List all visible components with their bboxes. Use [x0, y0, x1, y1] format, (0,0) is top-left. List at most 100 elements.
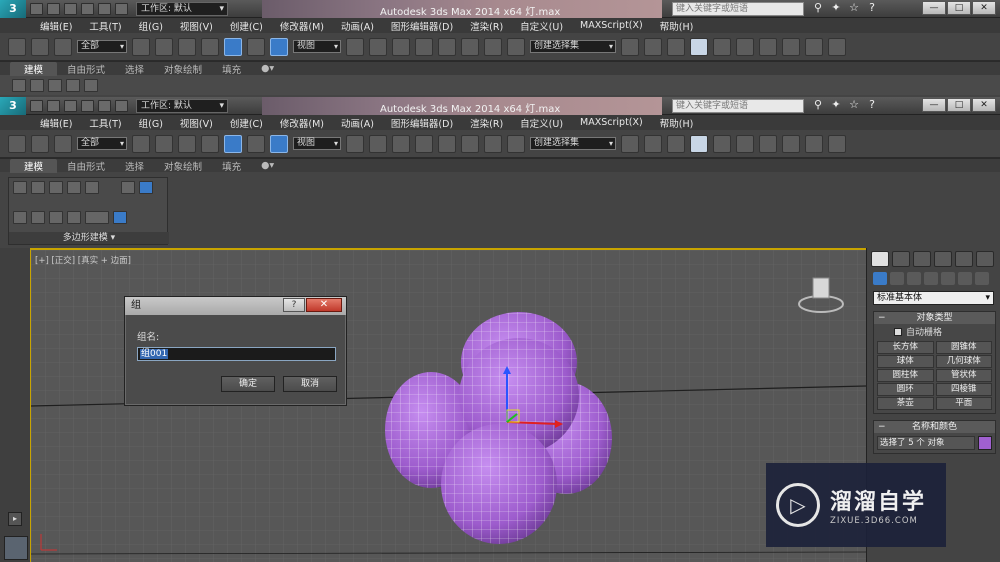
- angle-snap-icon[interactable]: [438, 134, 456, 153]
- scale-icon[interactable]: [270, 37, 288, 56]
- menu-customize[interactable]: 自定义(U): [520, 19, 563, 33]
- undo-icon[interactable]: [81, 99, 94, 112]
- app-logo-icon[interactable]: 3: [0, 96, 26, 115]
- search-input[interactable]: 键入关键字或短语: [672, 2, 804, 16]
- named-selection-set-select[interactable]: 创建选择集: [530, 40, 616, 53]
- percent-snap-icon[interactable]: [461, 37, 479, 56]
- reference-coord-select[interactable]: 视图: [293, 40, 341, 53]
- new-file-icon[interactable]: [30, 99, 43, 112]
- move-icon[interactable]: [224, 37, 242, 56]
- tab-modeling[interactable]: 建模: [10, 61, 58, 76]
- menu-edit[interactable]: 编辑(E): [40, 19, 72, 33]
- menu-help[interactable]: 帮助(H): [660, 19, 694, 33]
- utilities-tab-icon[interactable]: [976, 251, 994, 267]
- link-icon[interactable]: [8, 134, 26, 153]
- ribbon-tool-icon[interactable]: [12, 78, 26, 92]
- binoculars-icon[interactable]: ⚲: [812, 2, 824, 14]
- rect-select-icon[interactable]: [178, 134, 196, 153]
- new-file-icon[interactable]: [30, 2, 43, 15]
- ribbon-panel-label[interactable]: 多边形建模 ▾: [9, 232, 169, 244]
- ribbon-tool-icon[interactable]: [49, 181, 63, 194]
- save-file-icon[interactable]: [64, 99, 77, 112]
- menu-graph-editors[interactable]: 图形编辑器(D): [391, 116, 453, 130]
- tube-button[interactable]: 管状体: [935, 369, 992, 382]
- menu-group[interactable]: 组(G): [139, 19, 163, 33]
- ok-button[interactable]: 确定: [221, 376, 275, 392]
- group-name-input[interactable]: 组001: [137, 347, 336, 361]
- render-teapot-icon[interactable]: [828, 37, 846, 56]
- hierarchy-tab-icon[interactable]: [913, 251, 931, 267]
- shapes-icon[interactable]: [890, 272, 904, 285]
- redo-icon[interactable]: [98, 2, 111, 15]
- object-type-header[interactable]: 对象类型: [874, 312, 995, 324]
- binoculars-icon[interactable]: ⚲: [812, 99, 824, 111]
- search-input[interactable]: 键入关键字或短语: [672, 99, 804, 113]
- menu-edit[interactable]: 编辑(E): [40, 116, 72, 130]
- material-editor-icon[interactable]: [759, 37, 777, 56]
- render-setup-icon[interactable]: [782, 37, 800, 56]
- rect-select-icon[interactable]: [178, 37, 196, 56]
- tab-selection[interactable]: 选择: [115, 159, 154, 173]
- bind-spacewarp-icon[interactable]: [54, 37, 72, 56]
- keyboard-shortcut-icon[interactable]: [392, 37, 410, 56]
- unlink-icon[interactable]: [31, 37, 49, 56]
- ribbon-options-icon[interactable]: ●▾: [251, 63, 284, 74]
- named-selection-set-select[interactable]: 创建选择集: [530, 137, 616, 150]
- pivot-icon[interactable]: [346, 37, 364, 56]
- tools-icon[interactable]: ✦: [830, 99, 842, 111]
- help-icon[interactable]: ?: [866, 99, 878, 111]
- help-icon[interactable]: ?: [866, 2, 878, 14]
- material-editor-icon[interactable]: [759, 134, 777, 153]
- menu-modifiers[interactable]: 修改器(M): [280, 19, 324, 33]
- render-setup-icon[interactable]: [782, 134, 800, 153]
- scale-icon[interactable]: [270, 134, 288, 153]
- tools-icon[interactable]: ✦: [830, 2, 842, 14]
- redo-icon[interactable]: [98, 99, 111, 112]
- modify-tab-icon[interactable]: [892, 251, 910, 267]
- sphere-button[interactable]: 球体: [877, 355, 934, 368]
- menu-group[interactable]: 组(G): [139, 116, 163, 130]
- align-icon[interactable]: [644, 37, 662, 56]
- object-color-swatch[interactable]: [978, 436, 992, 450]
- tab-populate[interactable]: 填充: [212, 159, 251, 173]
- ribbon-tool-icon[interactable]: [139, 181, 153, 194]
- menu-view[interactable]: 视图(V): [180, 19, 213, 33]
- workspace-select[interactable]: 工作区: 默认: [136, 98, 228, 113]
- render-frame-icon[interactable]: [805, 134, 823, 153]
- selection-filter-select[interactable]: 全部: [77, 137, 127, 150]
- menu-maxscript[interactable]: MAXScript(X): [580, 117, 643, 128]
- percent-snap-icon[interactable]: [461, 134, 479, 153]
- autogrid-checkbox[interactable]: 自动栅格: [874, 324, 995, 339]
- star-icon[interactable]: ☆: [848, 99, 860, 111]
- render-teapot-icon[interactable]: [828, 134, 846, 153]
- tab-populate[interactable]: 填充: [212, 62, 251, 76]
- edit-named-sets-icon[interactable]: [507, 134, 525, 153]
- undo-icon[interactable]: [81, 2, 94, 15]
- angle-snap-icon[interactable]: [438, 37, 456, 56]
- name-color-header[interactable]: 名称和颜色: [874, 421, 995, 433]
- app-logo-icon[interactable]: 3: [0, 0, 26, 18]
- open-file-icon[interactable]: [47, 99, 60, 112]
- systems-icon[interactable]: [975, 272, 989, 285]
- tab-freeform[interactable]: 自由形式: [57, 159, 115, 173]
- ribbon-tool-icon[interactable]: [13, 211, 27, 224]
- mirror-icon[interactable]: [621, 134, 639, 153]
- dialog-help-button[interactable]: ?: [283, 298, 305, 312]
- project-folder-icon[interactable]: [115, 2, 128, 15]
- select-object-icon[interactable]: [132, 37, 150, 56]
- pivot-icon[interactable]: [346, 134, 364, 153]
- window-crossing-icon[interactable]: [201, 134, 219, 153]
- category-select[interactable]: 标准基本体: [873, 291, 994, 305]
- maximize-button[interactable]: □: [947, 98, 971, 112]
- menu-help[interactable]: 帮助(H): [660, 116, 694, 130]
- menu-maxscript[interactable]: MAXScript(X): [580, 20, 643, 31]
- cylinder-button[interactable]: 圆柱体: [877, 369, 934, 382]
- spinner-snap-icon[interactable]: [484, 37, 502, 56]
- torus-button[interactable]: 圆环: [877, 383, 934, 396]
- helpers-icon[interactable]: [941, 272, 955, 285]
- menu-customize[interactable]: 自定义(U): [520, 116, 563, 130]
- layer-icon[interactable]: [667, 134, 685, 153]
- close-button[interactable]: ✕: [972, 1, 996, 15]
- ribbon-tool-icon[interactable]: [48, 78, 62, 92]
- select-by-name-icon[interactable]: [155, 134, 173, 153]
